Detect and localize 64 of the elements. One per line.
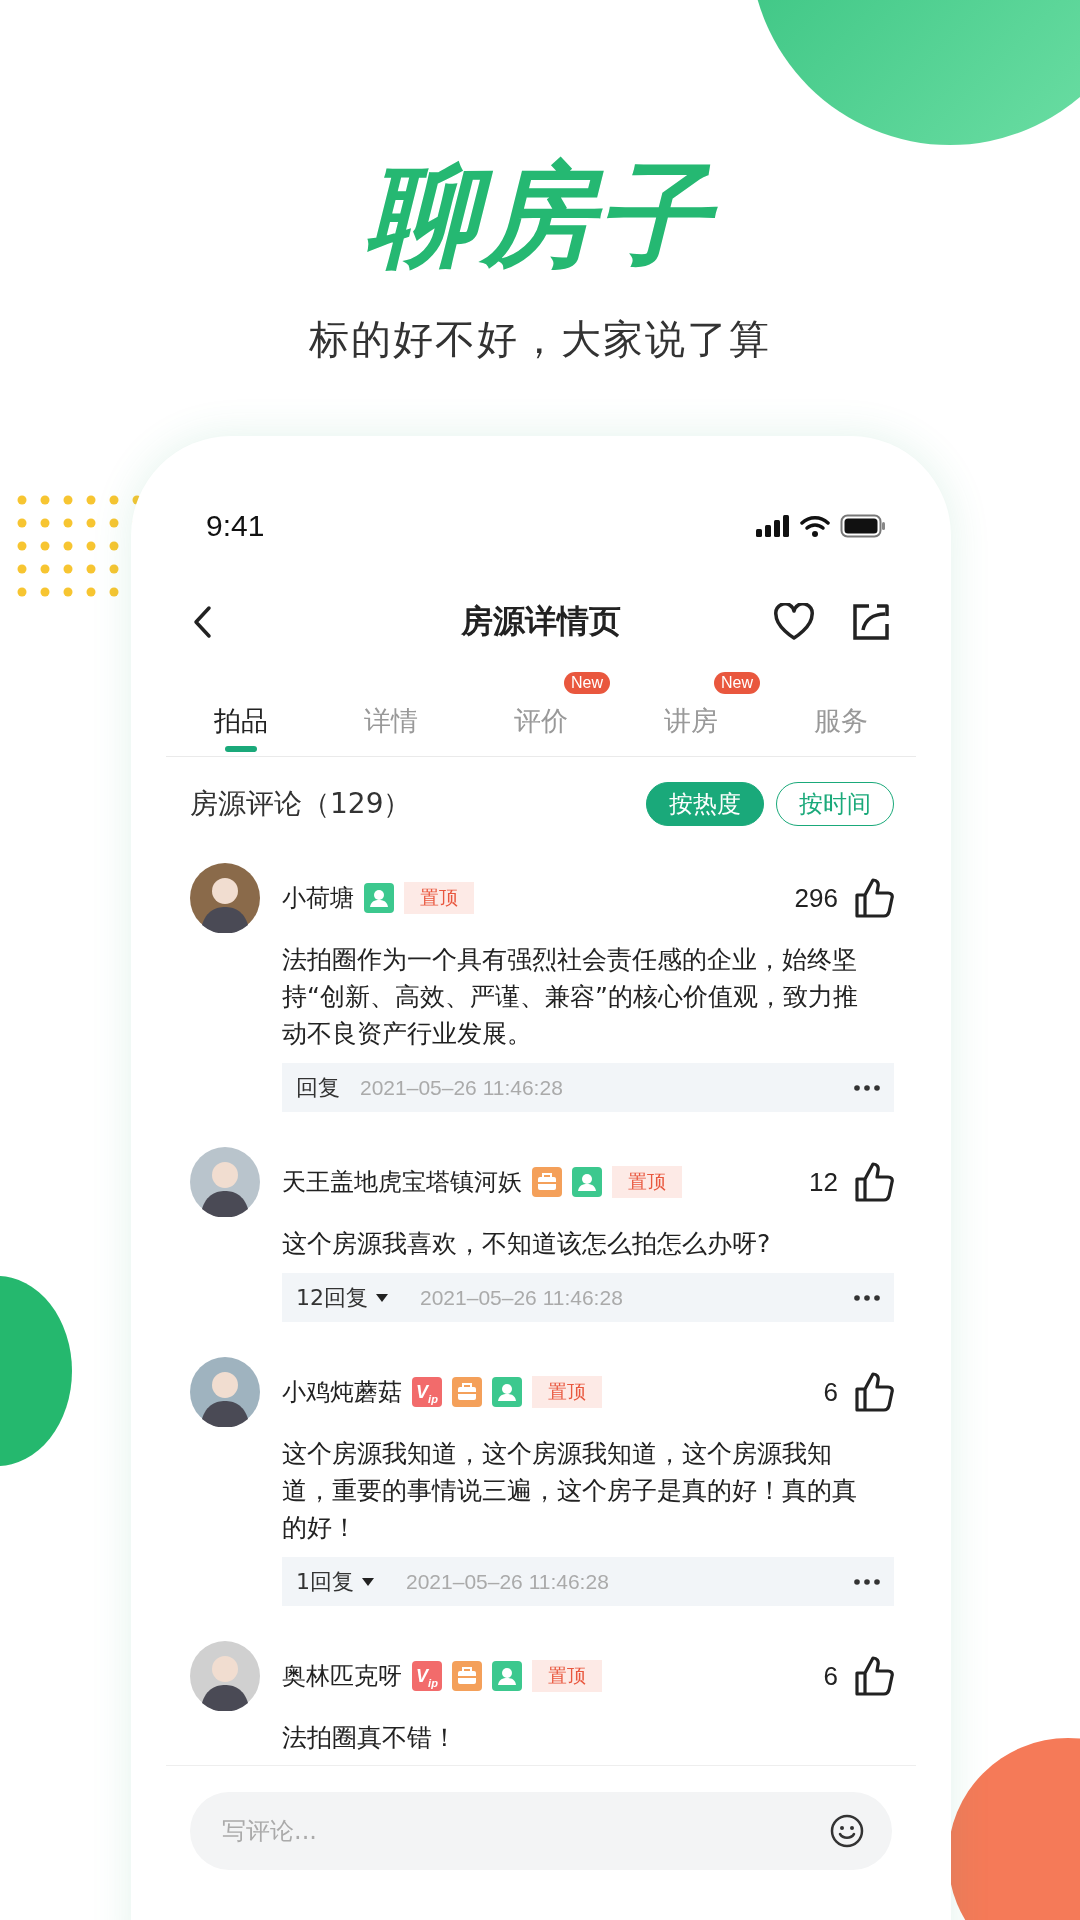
avatar-icon: [190, 863, 260, 933]
tab[interactable]: 讲房 New: [616, 668, 766, 756]
like-count: 12: [809, 1166, 838, 1198]
avatar-icon: [190, 1357, 260, 1427]
briefcase-badge-icon: [452, 1377, 482, 1407]
comment-time: 2021–05–26 11:46:28: [360, 1075, 563, 1100]
thumbs-up-icon[interactable]: [854, 1655, 894, 1697]
thumbs-up-icon[interactable]: [854, 877, 894, 919]
section-title: 房源评论（129）: [190, 786, 412, 822]
reply-link[interactable]: 回复: [296, 1072, 340, 1103]
avatar-icon: [190, 1147, 260, 1217]
pinned-tag: 置顶: [612, 1166, 682, 1198]
new-badge: New: [714, 672, 760, 694]
briefcase-badge-icon: [532, 1167, 562, 1197]
person-badge-icon: [364, 883, 394, 913]
thumbs-up-icon[interactable]: [854, 1161, 894, 1203]
vip-badge: V$_{ip}$: [412, 1377, 442, 1407]
battery-icon: [840, 514, 886, 538]
status-time: 9:41: [206, 509, 265, 543]
share-icon[interactable]: [851, 602, 891, 642]
caret-icon[interactable]: [362, 1576, 374, 1587]
user-name: 奥林匹克呀: [282, 1661, 402, 1692]
comment-text: 这个房源我知道，这个房源我知道，这个房源我知道，重要的事情说三遍，这个房子是真的好！真的真的好！: [282, 1438, 858, 1544]
page-title: 房源详情页: [461, 601, 621, 642]
vip-badge: V$_{ip}$: [412, 1661, 442, 1691]
comment-time: 2021–05–26 11:46:28: [406, 1569, 609, 1594]
smiley-icon[interactable]: [830, 1814, 864, 1848]
sort-button[interactable]: 按热度: [646, 782, 764, 826]
pinned-tag: 置顶: [532, 1660, 602, 1692]
user-name: 天王盖地虎宝塔镇河妖: [282, 1167, 522, 1198]
thumbs-up-icon[interactable]: [854, 1371, 894, 1413]
tab[interactable]: 评价 New: [466, 668, 616, 756]
person-badge-icon: [572, 1167, 602, 1197]
tab[interactable]: 详情: [316, 668, 466, 756]
person-badge-icon: [492, 1377, 522, 1407]
signal-icon: [756, 515, 790, 537]
person-badge-icon: [492, 1661, 522, 1691]
pinned-tag: 置顶: [404, 882, 474, 914]
user-name: 小鸡炖蘑菇: [282, 1377, 402, 1408]
more-icon[interactable]: [854, 1084, 880, 1091]
pinned-tag: 置顶: [532, 1376, 602, 1408]
comment-text: 法拍圈作为一个具有强烈社会责任感的企业，始终坚持“创新、高效、严谨、兼容”的核心价值观，致力推动不良资产行业发展。: [282, 944, 859, 1050]
avatar-icon: [190, 1641, 260, 1711]
reply-link[interactable]: 1回复: [296, 1566, 354, 1597]
heart-icon[interactable]: [773, 603, 815, 641]
comment-text: 这个房源我喜欢，不知道该怎么拍怎么办呀?: [282, 1228, 772, 1260]
tab[interactable]: 拍品: [166, 668, 316, 756]
like-count: 6: [823, 1660, 838, 1692]
like-count: 296: [794, 882, 838, 914]
briefcase-badge-icon: [452, 1661, 482, 1691]
user-name: 小荷塘: [282, 883, 354, 914]
more-icon[interactable]: [854, 1578, 880, 1585]
like-count: 6: [823, 1376, 838, 1408]
comment-time: 2021–05–26 11:46:28: [420, 1285, 623, 1310]
sort-button[interactable]: 按时间: [776, 782, 894, 826]
more-icon[interactable]: [854, 1294, 880, 1301]
subtitle: 标的好不好，大家说了算: [308, 315, 772, 364]
wifi-icon: [800, 515, 830, 537]
new-badge: New: [564, 672, 610, 694]
tab[interactable]: 服务: [766, 668, 916, 756]
caret-icon[interactable]: [376, 1292, 388, 1303]
comment-input[interactable]: 写评论...: [190, 1792, 892, 1870]
comment-text: 法拍圈真不错！: [282, 1722, 458, 1754]
reply-link[interactable]: 12回复: [296, 1282, 368, 1313]
